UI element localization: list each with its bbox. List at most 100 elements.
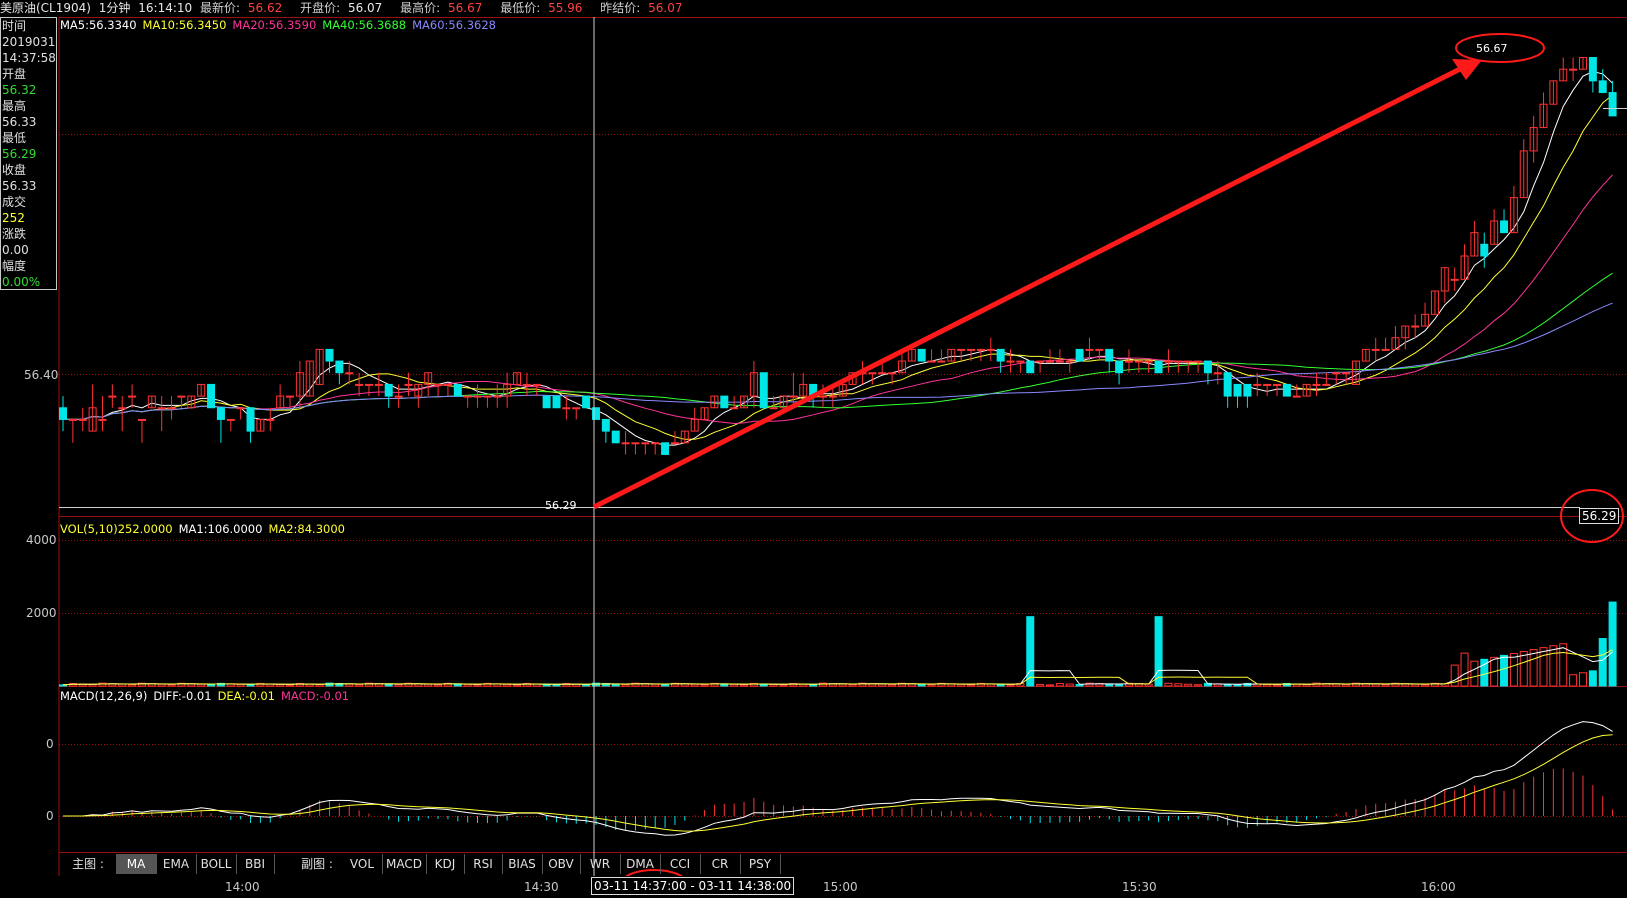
main-tab-boll[interactable]: BOLL [196, 854, 237, 874]
vol-ma5-line [62, 647, 1613, 686]
sub-tab-bias[interactable]: BIAS [502, 854, 543, 874]
candle-body [157, 407, 166, 410]
candle-body [1203, 360, 1212, 374]
candle-body [996, 348, 1005, 362]
volume-bar [927, 684, 936, 687]
candle-body [572, 407, 581, 410]
candle-body [434, 383, 443, 386]
candle-body [1184, 360, 1193, 363]
candle-body [1411, 325, 1420, 328]
candle-body [1075, 348, 1084, 362]
candle-body [1332, 372, 1341, 375]
candle-body [641, 442, 650, 445]
volume-bar [700, 684, 709, 687]
sub-chart-label: 副图 : [301, 857, 333, 871]
time-tick-label: 14:30 [524, 880, 559, 894]
volume-bar [1026, 616, 1035, 687]
candle-body [670, 442, 679, 445]
sub-tab-kdj[interactable]: KDJ [426, 854, 465, 874]
candle-body [957, 348, 966, 351]
sub-tab-macd[interactable]: MACD [382, 854, 427, 874]
candle-body [1213, 372, 1222, 375]
candle-body [1174, 360, 1183, 363]
candle-body [286, 395, 295, 398]
volume-bar [740, 684, 749, 687]
sub-tab-psy[interactable]: PSY [740, 854, 781, 874]
candle-body [1134, 360, 1143, 363]
sub-tab-cr[interactable]: CR [700, 854, 741, 874]
legend_main-item: MA40:56.3688 [322, 18, 407, 32]
candle-body [828, 395, 837, 398]
volume-bar [355, 684, 364, 687]
candle-body [631, 442, 640, 445]
volume-bar [967, 684, 976, 687]
candle-body [562, 407, 571, 410]
candle-body [463, 395, 472, 398]
candle-body [118, 407, 127, 410]
candle-body [818, 395, 827, 398]
volume-bar [1184, 683, 1193, 687]
candle-body [601, 418, 610, 432]
sub-tab-rsi[interactable]: RSI [464, 854, 503, 874]
candle-body [1223, 372, 1232, 397]
volume-bar [1036, 683, 1045, 687]
main-tab-bbi[interactable]: BBI [236, 854, 275, 874]
candle-body [1282, 383, 1291, 397]
volume-bar [167, 684, 176, 687]
volume-bar [1500, 654, 1509, 687]
volume-bar [1164, 682, 1173, 687]
sub-tab-obv[interactable]: OBV [542, 854, 581, 874]
candle-body [720, 395, 729, 409]
candle-body [226, 418, 235, 421]
candle-body [967, 348, 976, 351]
volume-bar [621, 684, 630, 687]
kline-chart[interactable] [0, 0, 1627, 876]
candle-body [108, 395, 117, 398]
candle-body [1263, 383, 1272, 386]
candle-body [1243, 383, 1252, 397]
sub-tab-dma[interactable]: DMA [620, 854, 661, 874]
volume-bar [1559, 643, 1568, 687]
volume-bar [1421, 684, 1430, 687]
volume-bar [779, 684, 788, 687]
volume-bar [473, 684, 482, 687]
main-tab-ma[interactable]: MA [116, 854, 157, 874]
sub-tab-wr[interactable]: WR [580, 854, 621, 874]
candle-body [552, 395, 561, 409]
candle-body [542, 395, 551, 409]
candle-body [661, 442, 670, 455]
sub-tab-cci[interactable]: CCI [660, 854, 701, 874]
y-label-macd-bottom: 0 [46, 809, 54, 823]
time-tick-label: 14:00 [225, 880, 260, 894]
volume-bar [128, 684, 137, 687]
candle-body [1292, 395, 1301, 398]
main-tab-ema[interactable]: EMA [156, 854, 197, 874]
candle-body [325, 348, 334, 362]
y-label-vol-top: 4000 [26, 533, 57, 547]
candle-body [522, 383, 531, 386]
ma-legend: MA5:56.3340 MA10:56.3450 MA20:56.3590 MA40:… [60, 18, 502, 32]
candle-body [1322, 383, 1331, 386]
y-label-vol-mid: 2000 [26, 606, 57, 620]
volume-bar [888, 684, 897, 687]
vol-legend: VOL(5,10)252.0000 MA1:106.0000 MA2:84.3000 [60, 522, 351, 536]
candle-body [78, 418, 87, 421]
legend_main-item: MA10:56.3450 [142, 18, 227, 32]
y-label-macd-top: 0 [46, 737, 54, 751]
legend_macd-item: DIFF:-0.01 [153, 689, 212, 703]
volume-bar [1115, 684, 1124, 687]
volume-bar [1569, 674, 1578, 687]
volume-bar [1055, 683, 1064, 687]
macd-dea-line [63, 734, 1613, 832]
candle-body [1233, 383, 1242, 397]
candle-body [1371, 348, 1380, 351]
sub-tab-vol[interactable]: VOL [342, 854, 383, 874]
volume-bar [1588, 670, 1597, 687]
candle-body [177, 395, 186, 398]
candle-body [651, 442, 660, 445]
time-tick-label: 15:30 [1122, 880, 1157, 894]
low-price-annotation: 56.29 [545, 499, 577, 512]
candle-body [473, 395, 482, 398]
candle-body [453, 383, 462, 397]
volume-bar [1460, 652, 1469, 687]
